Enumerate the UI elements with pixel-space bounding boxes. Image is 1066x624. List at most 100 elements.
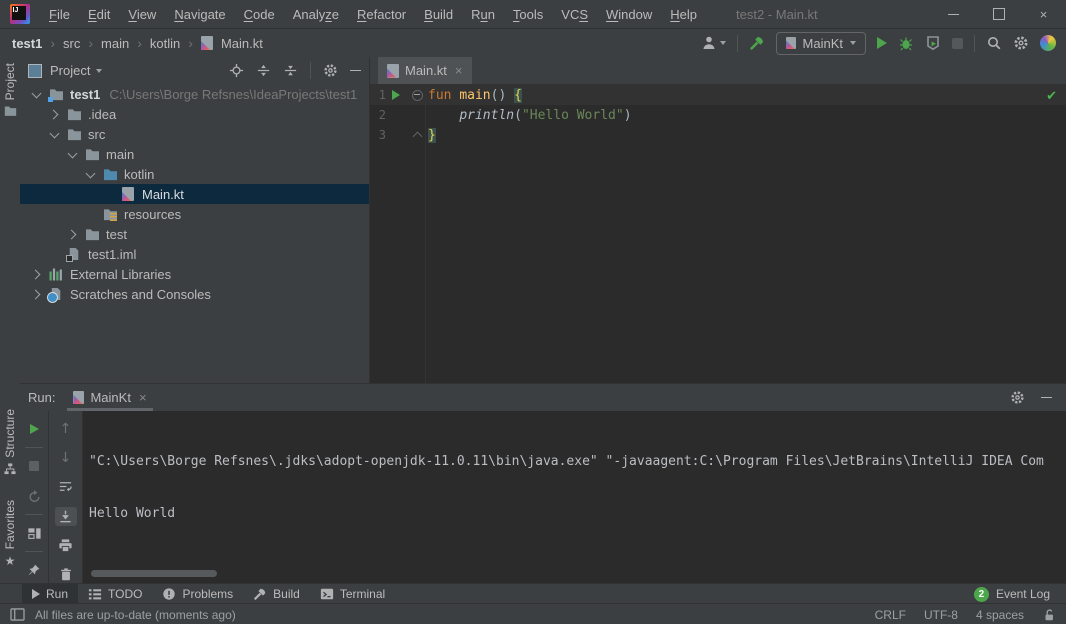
- breadcrumb-file[interactable]: Main.kt: [221, 36, 263, 51]
- chevron-down-icon[interactable]: [48, 128, 61, 141]
- code-editor[interactable]: 1 fun main() { 2 println("Hello World") …: [370, 85, 1066, 383]
- kotlin-file-icon: [120, 187, 136, 202]
- line-number: 3: [370, 128, 386, 142]
- run-tab-mainkt[interactable]: MainKt ×: [65, 384, 154, 411]
- chevron-right-icon[interactable]: [66, 228, 79, 241]
- run-with-coverage-button[interactable]: [925, 35, 941, 51]
- chevron-right-icon[interactable]: [30, 288, 43, 301]
- menu-window[interactable]: Window: [597, 1, 661, 28]
- encoding-widget[interactable]: UTF-8: [924, 608, 958, 622]
- horizontal-scrollbar[interactable]: [91, 570, 217, 577]
- menu-navigate[interactable]: Navigate: [165, 1, 234, 28]
- menu-refactor[interactable]: Refactor: [348, 1, 415, 28]
- run-line-icon[interactable]: [392, 90, 400, 100]
- fold-end-icon[interactable]: [412, 132, 422, 142]
- settings-button[interactable]: [1013, 35, 1029, 51]
- toolbar-terminal-button[interactable]: Terminal: [310, 584, 395, 604]
- expand-all-icon[interactable]: [256, 63, 271, 78]
- tool-button-favorites[interactable]: Favorites ★: [0, 500, 20, 568]
- menu-edit[interactable]: Edit: [79, 1, 119, 28]
- breadcrumb-main[interactable]: main: [101, 36, 129, 51]
- tree-item-idea[interactable]: .idea: [20, 104, 369, 124]
- menu-vcs[interactable]: VCS: [552, 1, 597, 28]
- hide-panel-icon[interactable]: [350, 70, 361, 71]
- restore-layout-button[interactable]: [23, 523, 45, 543]
- menu-analyze[interactable]: Analyze: [284, 1, 348, 28]
- tree-item-test[interactable]: test: [20, 224, 369, 244]
- breadcrumb-kotlin[interactable]: kotlin: [150, 36, 180, 51]
- chevron-down-icon[interactable]: [30, 88, 43, 101]
- print-button[interactable]: [55, 536, 77, 555]
- menu-file[interactable]: File: [40, 1, 79, 28]
- breadcrumb-src[interactable]: src: [63, 36, 80, 51]
- scroll-to-end-button[interactable]: [55, 507, 77, 526]
- indent-widget[interactable]: 4 spaces: [976, 608, 1024, 622]
- stop-process-button[interactable]: [23, 456, 45, 476]
- chevron-right-icon[interactable]: [48, 108, 61, 121]
- tool-button-project[interactable]: Project: [0, 63, 20, 117]
- tool-button-structure[interactable]: Structure: [0, 409, 20, 475]
- rerun-button[interactable]: [23, 419, 45, 439]
- line-separator-widget[interactable]: CRLF: [875, 608, 906, 622]
- next-occurrence-button[interactable]: ↓: [55, 448, 77, 467]
- build-project-button[interactable]: [749, 35, 765, 51]
- terminal-icon: [320, 587, 334, 601]
- chevron-down-icon[interactable]: [66, 148, 79, 161]
- fold-collapse-icon[interactable]: [412, 90, 423, 101]
- inspections-ok-icon[interactable]: ✔: [1046, 89, 1057, 104]
- locate-file-icon[interactable]: [229, 63, 244, 78]
- maximize-button[interactable]: [976, 0, 1021, 28]
- toolbar-build-button[interactable]: Build: [243, 584, 310, 604]
- restart-button[interactable]: [23, 486, 45, 506]
- tree-item-scratches[interactable]: Scratches and Consoles: [20, 284, 369, 304]
- close-button[interactable]: ×: [1021, 0, 1066, 28]
- search-everywhere-button[interactable]: [986, 35, 1002, 51]
- toolbar-todo-button[interactable]: TODO: [78, 584, 152, 604]
- minimize-icon: [948, 14, 959, 15]
- window-layout-icon[interactable]: [10, 608, 25, 621]
- updates-button[interactable]: [1040, 35, 1056, 51]
- tree-item-main[interactable]: main: [20, 144, 369, 164]
- menu-help[interactable]: Help: [661, 1, 706, 28]
- profile-button[interactable]: [701, 35, 726, 51]
- tree-item-src[interactable]: src: [20, 124, 369, 144]
- menu-build[interactable]: Build: [415, 1, 462, 28]
- debug-button[interactable]: [898, 35, 914, 51]
- run-configuration-select[interactable]: MainKt: [776, 32, 866, 55]
- collapse-all-icon[interactable]: [283, 63, 298, 78]
- tree-item-test1[interactable]: test1 C:\Users\Borge Refsnes\IdeaProject…: [20, 84, 369, 104]
- run-button[interactable]: [877, 37, 887, 49]
- tree-item-resources[interactable]: resources: [20, 204, 369, 224]
- minimize-button[interactable]: [931, 0, 976, 28]
- tree-item-kotlin[interactable]: kotlin: [20, 164, 369, 184]
- toolbar-run-button[interactable]: Run: [22, 584, 78, 604]
- toolbar-problems-button[interactable]: Problems: [152, 584, 243, 604]
- menu-code[interactable]: Code: [235, 1, 284, 28]
- pin-tab-button[interactable]: [23, 560, 45, 580]
- lock-icon[interactable]: [1042, 608, 1056, 622]
- menu-run[interactable]: Run: [462, 1, 504, 28]
- clear-all-button[interactable]: [55, 565, 77, 584]
- menu-view[interactable]: View: [119, 1, 165, 28]
- event-log-button[interactable]: 2 Event Log: [974, 587, 1066, 602]
- hide-panel-icon[interactable]: [1041, 397, 1052, 398]
- settings-icon[interactable]: [1010, 390, 1025, 405]
- editor-tab-mainkt[interactable]: Main.kt ×: [378, 57, 472, 84]
- settings-icon[interactable]: [323, 63, 338, 78]
- chevron-right-icon[interactable]: [30, 268, 43, 281]
- close-tab-icon[interactable]: ×: [455, 63, 463, 78]
- tree-item-external-libraries[interactable]: External Libraries: [20, 264, 369, 284]
- tree-item-mainkt[interactable]: Main.kt: [20, 184, 369, 204]
- menu-tools[interactable]: Tools: [504, 1, 552, 28]
- stop-button[interactable]: [952, 38, 963, 49]
- breadcrumb-test1[interactable]: test1: [12, 36, 42, 51]
- project-panel-title[interactable]: Project: [50, 63, 90, 78]
- prev-occurrence-button[interactable]: ↑: [55, 419, 77, 438]
- run-console[interactable]: "C:\Users\Borge Refsnes\.jdks\adopt-open…: [83, 411, 1066, 584]
- chevron-down-icon[interactable]: [84, 168, 97, 181]
- tree-item-test1iml[interactable]: test1.iml: [20, 244, 369, 264]
- soft-wrap-button[interactable]: [55, 477, 77, 496]
- close-tab-icon[interactable]: ×: [139, 390, 147, 405]
- chevron-down-icon[interactable]: [96, 69, 102, 73]
- toolbar-separator: [25, 551, 43, 552]
